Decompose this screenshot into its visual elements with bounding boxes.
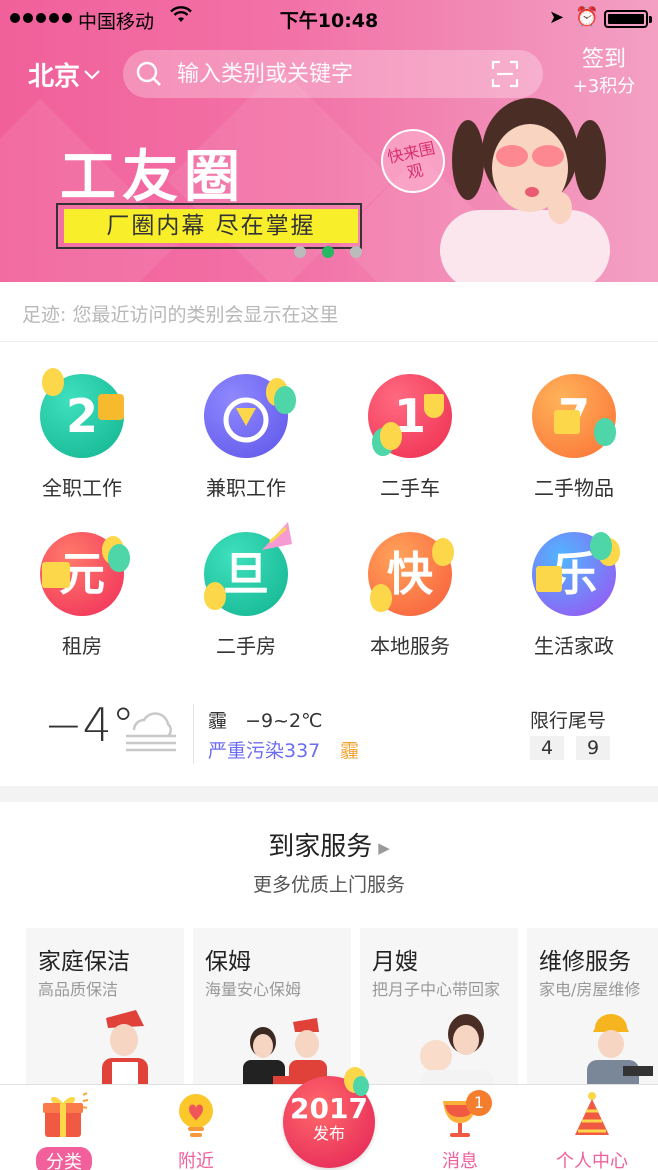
category-icon: 2 [40, 368, 124, 458]
lightbulb-icon [179, 1094, 213, 1137]
category-label: 全职工作 [42, 476, 122, 500]
pagination-dot-active[interactable] [322, 246, 334, 258]
category-label: 租房 [62, 634, 102, 658]
tab-messages[interactable]: 消息 [410, 1091, 510, 1170]
service-card-nanny[interactable]: 保姆 海量安心保姆 [193, 928, 351, 1088]
air-pollution: 严重污染337 [208, 740, 321, 762]
service-card-title: 月嫂 [372, 949, 418, 975]
chevron-down-icon [84, 65, 100, 84]
banner-subtitle-frame: 厂圈内幕 尽在掌握 [56, 203, 362, 249]
category-label: 生活家政 [534, 634, 614, 658]
temperature-range: −9~2℃ [245, 710, 323, 732]
restriction-plate: 9 [576, 736, 610, 760]
header-banner-area: 中国移动 下午10:48 ➤ ⏰ 北京 签到 +3积分 工友圈 厂圈内幕 尽在掌… [0, 0, 658, 282]
cleaner-image [102, 1010, 148, 1088]
category-label: 二手物品 [534, 476, 614, 500]
repairman-image [587, 1014, 653, 1088]
message-count-badge: 1 [466, 1090, 492, 1116]
banner-subtitle: 厂圈内幕 尽在掌握 [64, 209, 358, 243]
service-card-desc: 高品质保洁 [38, 980, 119, 999]
service-card-repair[interactable]: 维修服务 家电/房屋维修 [527, 928, 658, 1088]
category-icon: 1 [368, 374, 452, 458]
city-name: 北京 [28, 62, 81, 92]
category-local-service[interactable]: 快 本地服务 [328, 518, 492, 659]
category-icon: 快 [368, 532, 454, 616]
chevron-right-icon: ▶ [378, 838, 390, 857]
category-used-house[interactable]: 旦 二手房 [164, 518, 328, 659]
home-service-subtitle: 更多优质上门服务 [252, 874, 405, 896]
category-used-car[interactable]: 1 二手车 [328, 360, 492, 501]
banner-girl-image [440, 98, 610, 282]
haze-cloud-icon [126, 712, 176, 752]
category-icon: 旦 [204, 522, 292, 616]
service-card-desc: 家电/房屋维修 [539, 980, 641, 999]
category-housekeeping[interactable]: 乐 生活家政 [492, 518, 656, 659]
service-card-cleaning[interactable]: 家庭保洁 高品质保洁 [26, 928, 184, 1088]
weather-divider [193, 704, 194, 764]
banner-pagination [294, 246, 362, 258]
tab-profile[interactable]: 个人中心 [542, 1091, 642, 1170]
restriction-plate: 4 [530, 736, 564, 760]
tab-label: 附近 [178, 1151, 214, 1170]
category-label: 兼职工作 [206, 476, 286, 500]
category-rent[interactable]: 元 租房 [0, 518, 164, 659]
banner-title[interactable]: 工友圈 [60, 132, 246, 213]
publish-label: 发布 [312, 1124, 345, 1143]
category-used-goods[interactable]: 7 二手物品 [492, 360, 656, 501]
party-hat-icon [575, 1092, 609, 1135]
pollution-tag: 霾 [340, 740, 360, 762]
city-selector[interactable]: 北京 [28, 56, 100, 93]
gift-box-icon [43, 1092, 89, 1137]
balloon-icon [344, 1067, 369, 1096]
tab-label: 分类 [36, 1147, 92, 1170]
footprint-hint: 足迹: 您最近访问的类别会显示在这里 [0, 282, 658, 342]
party-hat-icon [262, 522, 292, 550]
nanny-image [243, 1018, 327, 1088]
service-card-maternity[interactable]: 月嫂 把月子中心带回家 [360, 928, 518, 1088]
location-arrow-icon: ➤ [549, 7, 565, 28]
search-icon [135, 60, 163, 88]
service-card-desc: 海量安心保姆 [205, 980, 302, 999]
tab-category[interactable]: 分类 [14, 1091, 114, 1170]
weather-condition-row: 霾 −9~2℃ [208, 706, 322, 733]
category-fulltime-job[interactable]: 2 全职工作 [0, 360, 164, 501]
search-input[interactable] [177, 58, 477, 90]
category-icon: 元 [40, 532, 130, 616]
category-icon [204, 374, 296, 458]
service-card-title: 保姆 [205, 949, 251, 975]
battery-icon [604, 10, 652, 28]
category-icon: 乐 [532, 532, 620, 616]
tab-label: 消息 [442, 1151, 478, 1170]
category-parttime-job[interactable]: 兼职工作 [164, 360, 328, 501]
home-service-title[interactable]: 到家服务 ▶ [0, 826, 658, 863]
category-label: 本地服务 [370, 634, 450, 658]
category-label: 二手房 [216, 634, 276, 658]
tab-nearby[interactable]: 附近 [146, 1091, 246, 1170]
scan-icon[interactable] [491, 60, 519, 88]
pagination-dot[interactable] [350, 246, 362, 258]
status-bar: 中国移动 下午10:48 ➤ ⏰ [0, 0, 658, 36]
service-card-title: 维修服务 [539, 949, 631, 975]
category-label: 二手车 [380, 476, 440, 500]
pagination-dot[interactable] [294, 246, 306, 258]
weather-condition: 霾 [208, 710, 228, 732]
checkin-label: 签到 [581, 47, 626, 72]
restriction-label: 限行尾号 [530, 710, 607, 732]
weather-widget[interactable]: −4° 霾 −9~2℃ 严重污染337 霾 限行尾号 4 9 [0, 692, 658, 778]
current-temperature: −4° [44, 698, 135, 752]
service-card-desc: 把月子中心带回家 [372, 980, 501, 999]
mother-baby-image [420, 1014, 494, 1088]
section-divider [0, 786, 658, 802]
publish-button[interactable]: 2017 发布 [283, 1067, 375, 1168]
service-card-title: 家庭保洁 [38, 949, 130, 975]
category-icon: 7 [532, 374, 616, 458]
tab-label: 个人中心 [556, 1151, 628, 1170]
alarm-clock-icon: ⏰ [575, 6, 599, 28]
